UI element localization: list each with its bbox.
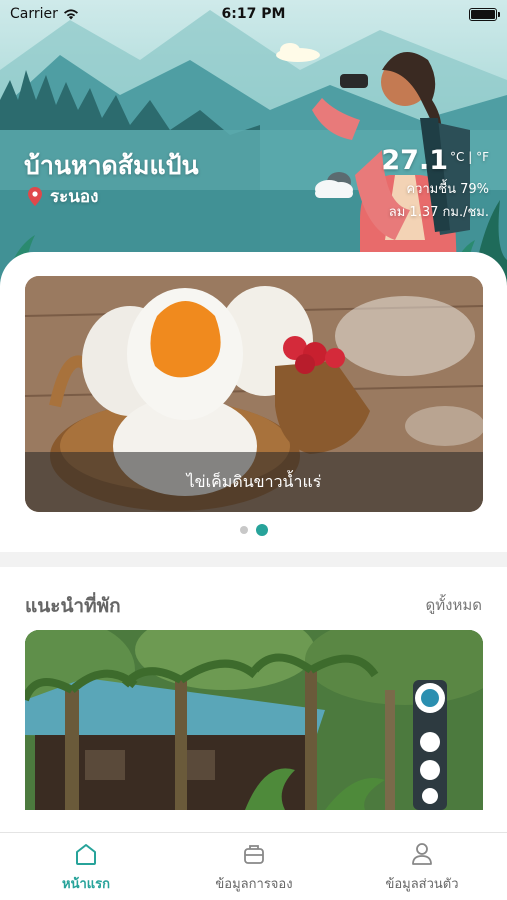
place-title: บ้านหาดส้มแป้น <box>24 151 199 180</box>
profile-icon <box>412 843 432 865</box>
accommodation-image <box>25 630 483 810</box>
location-row: ระนอง <box>28 183 98 210</box>
booking-icon <box>244 845 264 864</box>
unit-fahrenheit-toggle[interactable]: °F <box>476 150 489 164</box>
recommend-section: แนะนำที่พัก ดูทั้งหมด <box>0 567 507 832</box>
tab-bar: หน้าแรก ข้อมูลการจอง ข้อมูลส่วนตัว <box>0 832 507 900</box>
humidity-text: ความชื้น 79% <box>406 182 489 197</box>
pagination-dot-active[interactable] <box>255 524 268 536</box>
see-all-link[interactable]: ดูทั้งหมด <box>426 593 482 617</box>
map-pin-icon <box>28 187 42 206</box>
wind-text: ลม 1.37 กม./ชม. <box>388 205 489 220</box>
battery-icon <box>469 8 500 21</box>
weather-panel: 27.1 °C | °F ความชื้น 79% ลม 1.37 กม./ชม… <box>381 146 489 222</box>
unit-celsius-toggle[interactable]: °C <box>450 150 464 164</box>
tab-profile-label: ข้อมูลส่วนตัว <box>385 877 459 892</box>
banner-caption: ไข่เค็มดินขาวน้ำแร่ <box>25 452 483 512</box>
section-divider <box>0 552 507 567</box>
home-icon <box>76 844 96 865</box>
promo-banner[interactable]: ไข่เค็มดินขาวน้ำแร่ <box>25 276 483 512</box>
tab-booking-label: ข้อมูลการจอง <box>215 877 293 892</box>
clock: 6:17 PM <box>221 6 286 22</box>
tab-home-label: หน้าแรก <box>62 877 110 892</box>
weather-cloud-icon <box>315 172 353 198</box>
temperature-value: 27.1 <box>381 145 448 176</box>
province-label: ระนอง <box>50 187 99 207</box>
tab-home[interactable]: หน้าแรก <box>6 839 166 894</box>
pagination-dot[interactable] <box>239 526 248 534</box>
content-card: ไข่เค็มดินขาวน้ำแร่ <box>0 252 507 552</box>
carousel-pagination <box>0 524 507 536</box>
tab-profile[interactable]: ข้อมูลส่วนตัว <box>342 839 502 894</box>
accommodation-card[interactable] <box>25 630 483 810</box>
status-bar: Carrier 6:17 PM <box>0 0 507 30</box>
section-title: แนะนำที่พัก <box>25 595 121 617</box>
unit-separator: | <box>468 150 473 164</box>
tab-booking[interactable]: ข้อมูลการจอง <box>174 839 334 894</box>
